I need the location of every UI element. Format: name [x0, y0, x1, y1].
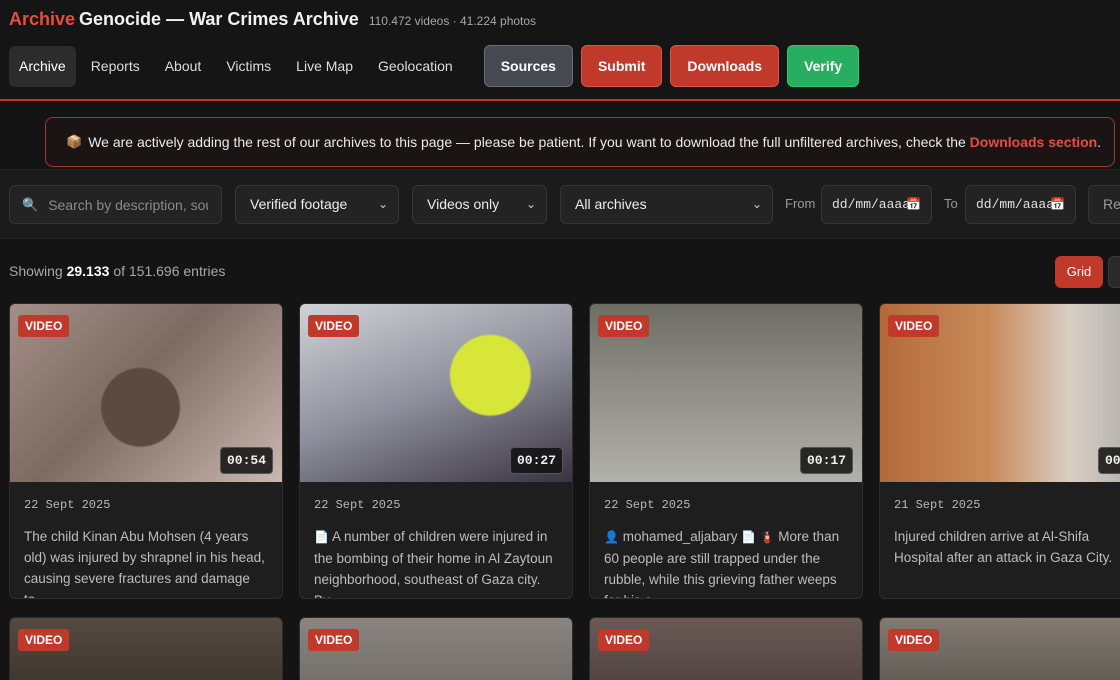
to-date-input[interactable]: dd/mm/aaaa 📅	[965, 185, 1076, 224]
calendar-icon[interactable]: 📅	[1050, 186, 1065, 223]
downloads-button[interactable]: Downloads	[670, 45, 780, 87]
card-date: 22 Sept 2025	[24, 498, 111, 512]
brand-accent: Archive	[9, 9, 76, 29]
notice-banner: 📦 We are actively adding the rest of our…	[45, 117, 1115, 167]
video-thumbnail[interactable]: VIDEO 00:	[880, 304, 1120, 482]
video-thumbnail[interactable]: VIDEO	[880, 618, 1120, 680]
card-description-block: 👤 mohamed_aljabary 📄 🧯 More than 60 peop…	[604, 526, 848, 598]
video-card[interactable]: VIDEO 00:17 22 Sept 2025 👤 mohamed_aljab…	[589, 303, 863, 599]
brand[interactable]: Archive Genocide — War Crimes Archive 11…	[9, 9, 536, 30]
nav-victims[interactable]: Victims	[216, 46, 281, 87]
banner-suffix: .	[1097, 134, 1102, 150]
grid-view-button[interactable]: Grid	[1055, 256, 1103, 288]
video-badge: VIDEO	[308, 629, 360, 651]
filter-bar: 🔍 Verified footage ⌄ Videos only ⌄ All a…	[0, 169, 1120, 239]
verified-select-value: Verified footage	[250, 196, 348, 212]
card-description: Injured children arrive at Al-Shifa Hosp…	[894, 529, 1113, 565]
calendar-icon[interactable]: 📅	[906, 186, 921, 223]
video-thumbnail[interactable]: VIDEO 00:17	[590, 304, 862, 482]
video-thumbnail[interactable]: VIDEO	[590, 618, 862, 680]
results-prefix: Showing	[9, 263, 63, 279]
video-badge: VIDEO	[18, 629, 70, 651]
results-shown: 29.133	[66, 263, 110, 279]
duration-badge: 00:	[1098, 447, 1120, 474]
nav-geolocation[interactable]: Geolocation	[368, 46, 463, 87]
chevron-down-icon: ⌄	[525, 197, 536, 211]
search-input[interactable]	[48, 196, 209, 213]
video-card[interactable]: VIDEO	[879, 617, 1120, 680]
video-badge: VIDEO	[308, 315, 360, 337]
video-thumbnail[interactable]: VIDEO	[300, 618, 572, 680]
site-header: Archive Genocide — War Crimes Archive 11…	[0, 0, 1120, 101]
chevron-down-icon: ⌄	[377, 197, 388, 211]
verified-select[interactable]: Verified footage ⌄	[235, 185, 399, 224]
card-description-block: 📄 A number of children were injured in t…	[314, 526, 558, 598]
banner-text: We are actively adding the rest of our a…	[88, 134, 966, 150]
video-thumbnail[interactable]: VIDEO 00:27	[300, 304, 572, 482]
video-card[interactable]: VIDEO	[299, 617, 573, 680]
from-date-value: dd/mm/aaaa	[832, 197, 911, 212]
user-icon: 👤	[604, 530, 619, 544]
brand-title: Genocide — War Crimes Archive	[79, 9, 359, 29]
video-card[interactable]: VIDEO 00:54 22 Sept 2025 The child Kinan…	[9, 303, 283, 599]
nav-about[interactable]: About	[155, 46, 212, 87]
search-box: 🔍	[9, 185, 222, 224]
media-type-select[interactable]: Videos only ⌄	[412, 185, 547, 224]
duration-badge: 00:54	[219, 447, 273, 474]
video-card[interactable]: VIDEO	[589, 617, 863, 680]
to-label: To	[944, 196, 958, 211]
from-date-input[interactable]: dd/mm/aaaa 📅	[821, 185, 932, 224]
archive-select-value: All archives	[575, 196, 647, 212]
video-badge: VIDEO	[888, 315, 940, 337]
video-badge: VIDEO	[18, 315, 70, 337]
to-date-value: dd/mm/aaaa	[976, 197, 1055, 212]
video-badge: VIDEO	[598, 629, 650, 651]
main-nav: Archive Reports About Victims Live Map G…	[9, 45, 860, 87]
video-badge: VIDEO	[888, 629, 940, 651]
card-date: 21 Sept 2025	[894, 498, 981, 512]
card-username: mohamed_aljabary	[622, 529, 738, 544]
video-thumbnail[interactable]: VIDEO	[10, 618, 282, 680]
sources-button[interactable]: Sources	[483, 45, 573, 87]
package-icon: 📦	[66, 134, 83, 149]
from-label: From	[785, 196, 816, 211]
document-icon: 📄	[314, 530, 329, 544]
video-card[interactable]: VIDEO	[9, 617, 283, 680]
video-card[interactable]: VIDEO 00: 21 Sept 2025 Injured children …	[879, 303, 1120, 599]
card-date: 22 Sept 2025	[314, 498, 401, 512]
video-card[interactable]: VIDEO 00:27 22 Sept 2025 📄 A number of c…	[299, 303, 573, 599]
downloads-section-link[interactable]: Downloads section	[970, 134, 1098, 150]
verify-button[interactable]: Verify	[787, 45, 860, 87]
search-icon: 🔍	[22, 196, 39, 212]
reset-button[interactable]: Re	[1088, 185, 1120, 224]
archive-stats: 110.472 videos · 41.224 photos	[368, 14, 537, 28]
results-count: Showing 29.133 of 151.696 entries	[9, 263, 225, 279]
duration-badge: 00:27	[509, 447, 563, 474]
media-type-value: Videos only	[427, 196, 500, 212]
card-date: 22 Sept 2025	[604, 498, 691, 512]
video-thumbnail[interactable]: VIDEO 00:54	[10, 304, 282, 482]
duration-badge: 00:17	[799, 447, 853, 474]
card-description: A number of children were injured in the…	[314, 529, 553, 598]
video-badge: VIDEO	[598, 315, 650, 337]
submit-button[interactable]: Submit	[580, 45, 663, 87]
card-description: The child Kinan Abu Mohsen (4 years old)…	[24, 529, 265, 598]
nav-live-map[interactable]: Live Map	[286, 46, 363, 87]
chevron-down-icon: ⌄	[751, 197, 762, 211]
nav-reports[interactable]: Reports	[81, 46, 150, 87]
archive-select[interactable]: All archives ⌄	[560, 185, 773, 224]
list-view-button[interactable]	[1108, 256, 1120, 288]
nav-archive[interactable]: Archive	[9, 45, 76, 87]
results-total: of 151.696 entries	[113, 263, 226, 279]
document-fire-icon: 📄 🧯	[741, 530, 775, 544]
